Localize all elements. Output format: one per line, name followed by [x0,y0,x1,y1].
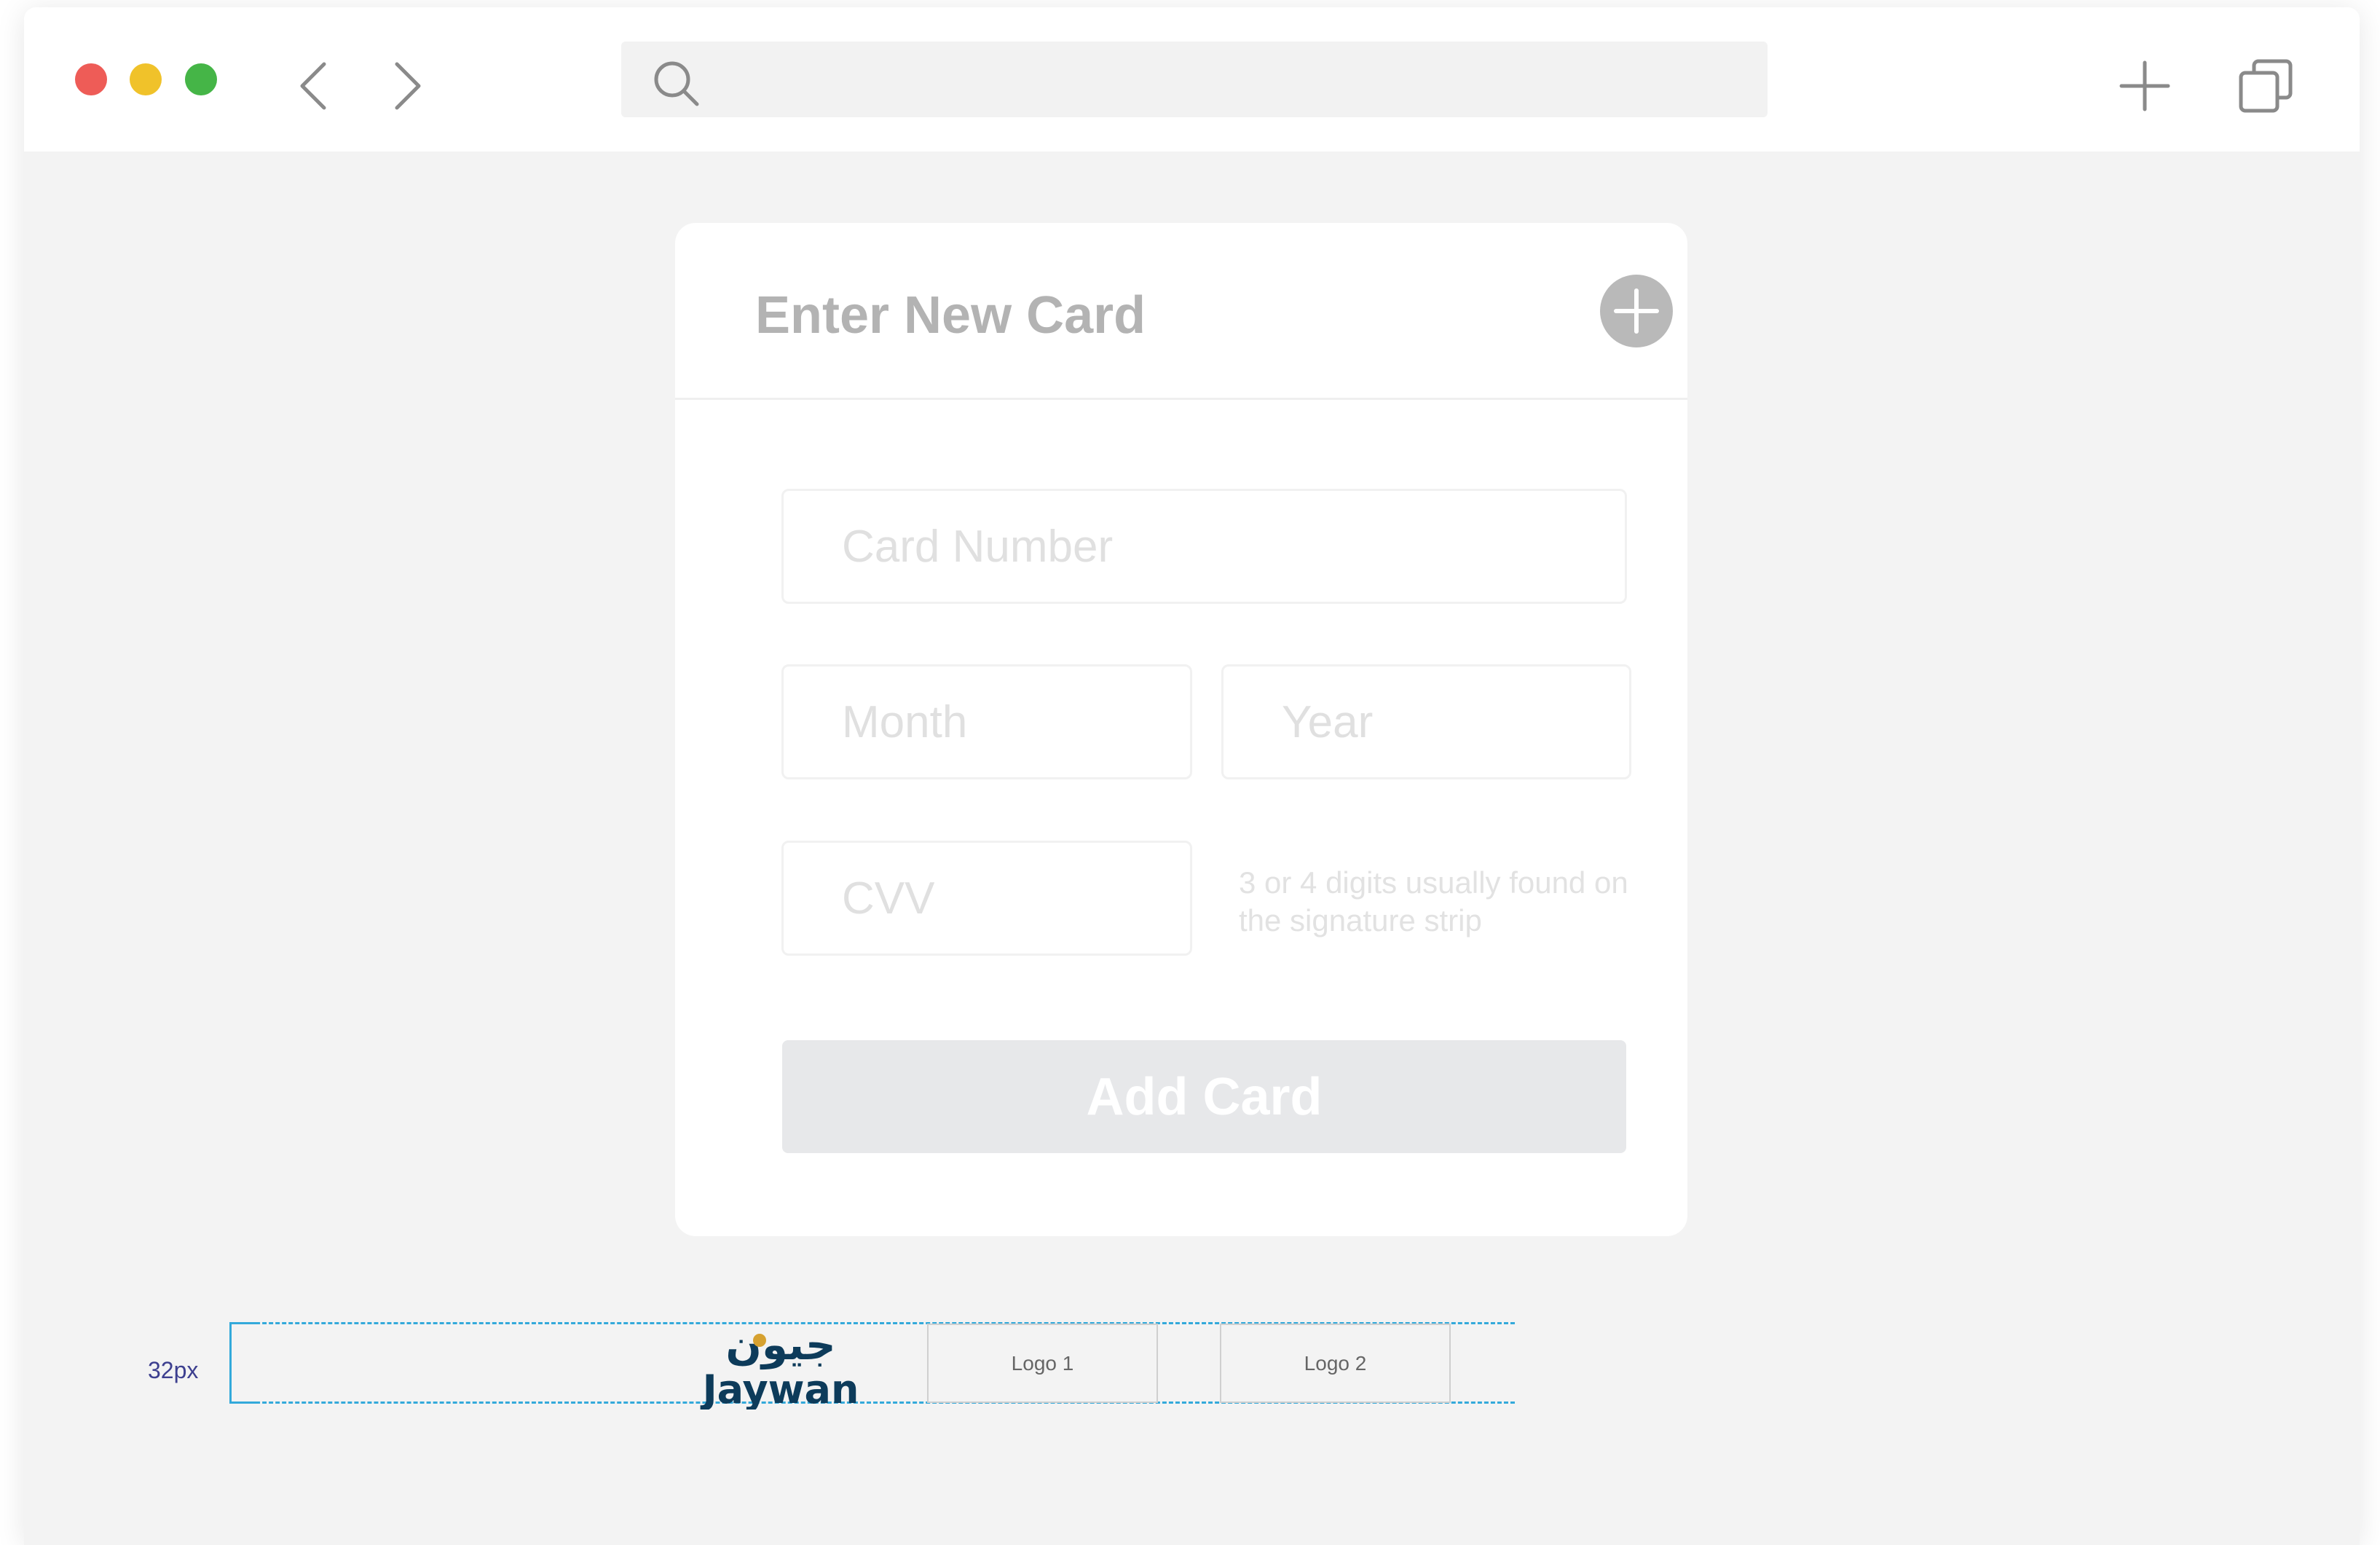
cvv-input[interactable] [784,843,1190,954]
forward-button[interactable] [384,57,427,115]
maximize-window-button[interactable] [185,63,217,95]
logo-2-placeholder: Logo 2 [1220,1324,1451,1403]
tabs-overview-button[interactable] [2237,57,2295,115]
card-header: Enter New Card [675,223,1687,400]
search-icon [654,61,699,106]
tabs-icon [2239,59,2293,113]
card-title: Enter New Card [755,286,1146,345]
minimize-window-button[interactable] [130,63,162,95]
add-circle-button[interactable] [1600,275,1673,347]
chevron-left-icon [300,62,326,110]
jaywan-latin-wordmark: Jaywan [700,1367,859,1410]
guide-left-bottom-tick [229,1401,259,1404]
logo-1-placeholder: Logo 1 [927,1324,1158,1403]
jaywan-gold-accent [753,1334,766,1347]
jaywan-logo: جيون Jaywan [696,1318,867,1410]
month-input[interactable] [784,667,1190,777]
chevron-right-icon [395,62,421,110]
new-tab-button[interactable] [2116,57,2174,115]
cvv-hint: 3 or 4 digits usually found on the signa… [1239,865,1628,937]
add-card-button[interactable]: Add Card [782,1040,1626,1153]
close-window-button[interactable] [75,63,107,95]
year-input[interactable] [1224,667,1629,777]
logo-2-label: Logo 2 [1304,1351,1367,1375]
browser-toolbar [24,7,2360,152]
card-number-input[interactable] [784,491,1625,602]
address-input[interactable] [716,42,1753,119]
jaywan-arabic-wordmark: جيون [725,1320,835,1370]
cvv-field[interactable] [781,841,1192,956]
height-spec-label: 32px [148,1357,199,1383]
address-bar[interactable] [621,42,1768,119]
year-field[interactable] [1221,664,1631,779]
back-button[interactable] [293,57,337,115]
plus-icon [2119,60,2170,111]
guide-left-top-tick [229,1322,259,1324]
logo-1-label: Logo 1 [1011,1351,1074,1375]
guide-left-edge [229,1322,232,1404]
card-number-field[interactable] [781,489,1627,604]
month-field[interactable] [781,664,1192,779]
plus-circle-icon [1614,288,1659,334]
